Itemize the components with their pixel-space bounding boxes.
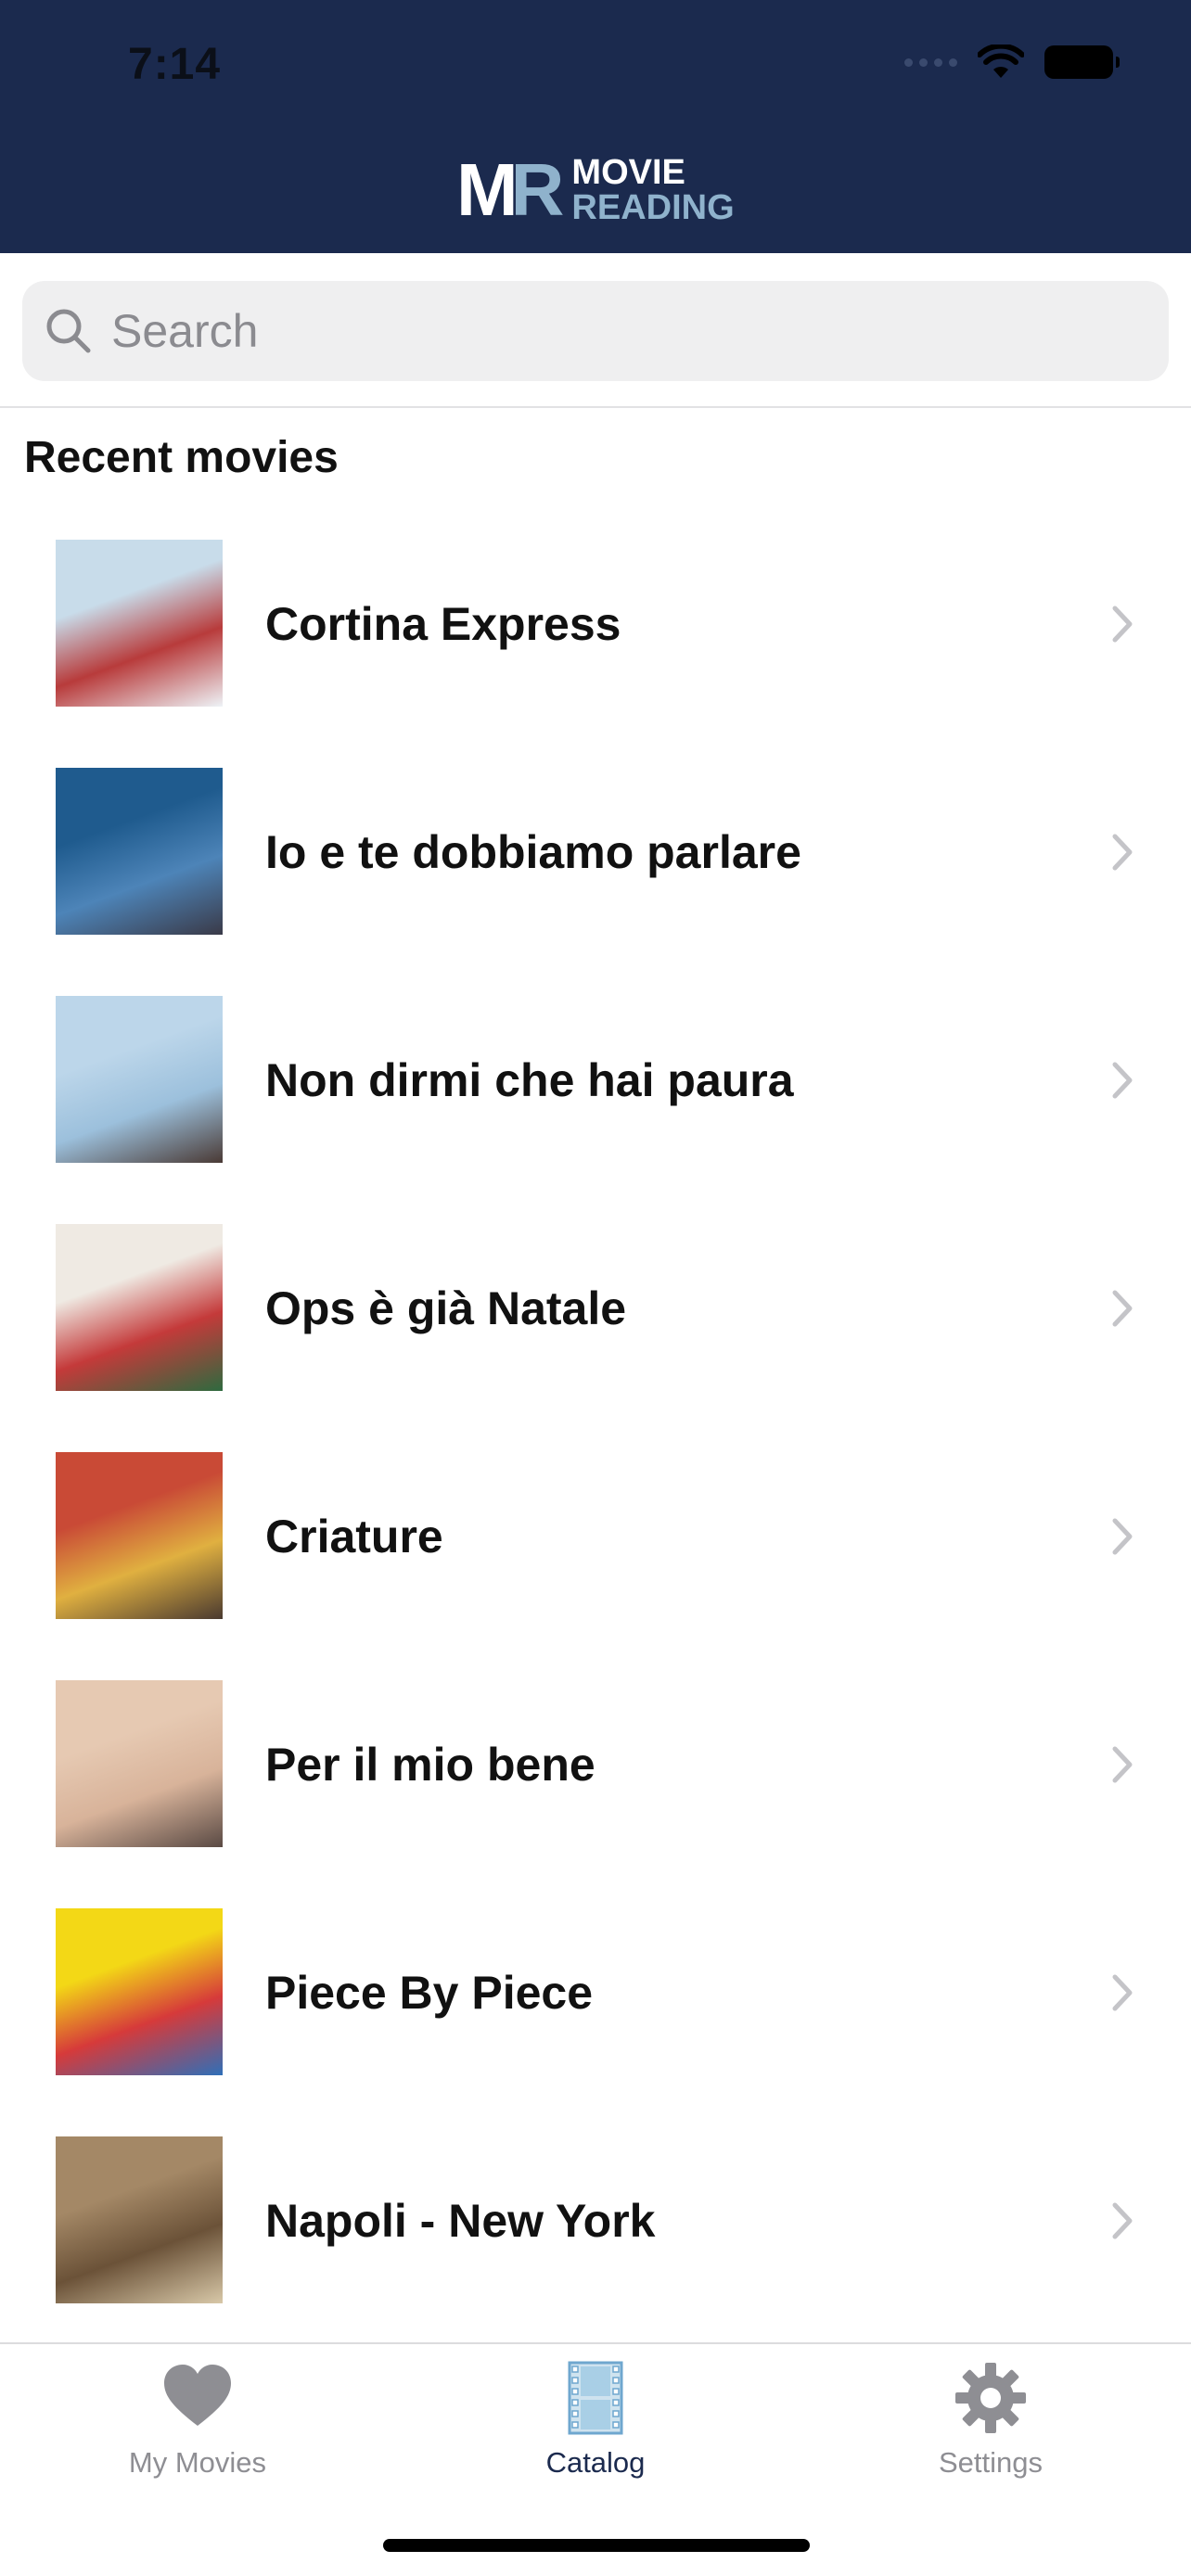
movie-title: Non dirmi che hai paura (265, 1054, 794, 1106)
movie-row[interactable]: Per il mio bene (0, 1660, 1191, 1888)
chevron-right-icon (1112, 1746, 1133, 1783)
tab-label: Catalog (545, 2446, 646, 2479)
movie-row[interactable]: Criature (0, 1432, 1191, 1660)
cellular-signal-icon (904, 57, 957, 67)
heart-icon (164, 2365, 231, 2426)
wifi-icon (978, 45, 1024, 78)
logo-mark: MR (456, 153, 564, 227)
film-icon (568, 2361, 623, 2435)
movie-title: Napoli - New York (265, 2195, 656, 2247)
movie-poster (56, 996, 223, 1163)
movie-row[interactable]: Io e te dobbiamo parlare (0, 747, 1191, 976)
chevron-right-icon (1112, 834, 1133, 871)
logo-text: MOVIE READING (571, 155, 734, 225)
chevron-right-icon (1112, 1518, 1133, 1555)
movie-title: Piece By Piece (265, 1967, 594, 2019)
chevron-right-icon (1112, 1974, 1133, 2011)
section-title-recent-movies: Recent movies (24, 433, 339, 482)
app-logo: MR MOVIE READING (456, 153, 735, 227)
tab-catalog[interactable]: Catalog (456, 2361, 735, 2480)
movie-row[interactable]: Ops è già Natale (0, 1204, 1191, 1432)
gear-icon (955, 2363, 1026, 2433)
logo-mark-m: M (456, 148, 519, 231)
tab-label: My Movies (128, 2446, 267, 2479)
tab-my-movies[interactable]: My Movies (58, 2361, 337, 2480)
movie-poster (56, 1224, 223, 1391)
chevron-right-icon (1112, 2202, 1133, 2239)
movie-title: Io e te dobbiamo parlare (265, 826, 801, 878)
movie-row[interactable]: Piece By Piece (0, 1888, 1191, 2116)
chevron-right-icon (1112, 1290, 1133, 1327)
movie-title: Cortina Express (265, 598, 621, 650)
chevron-right-icon (1112, 1062, 1133, 1099)
search-icon (46, 309, 91, 353)
movie-poster (56, 1908, 223, 2075)
search-input[interactable] (111, 304, 1132, 358)
tab-settings[interactable]: Settings (852, 2361, 1130, 2480)
home-indicator[interactable] (383, 2539, 810, 2552)
battery-icon (1044, 45, 1120, 79)
search-bar[interactable] (22, 281, 1169, 381)
movie-row[interactable]: Napoli - New York (0, 2116, 1191, 2344)
movie-poster (56, 2136, 223, 2303)
movie-poster (56, 1452, 223, 1619)
movie-list: Cortina Express Io e te dobbiamo parlare… (0, 519, 1191, 2344)
logo-text-reading: READING (571, 188, 735, 227)
movie-poster (56, 540, 223, 707)
logo-mark-r: R (510, 148, 565, 231)
app-header: 7:14 MR MOVIE READING (0, 0, 1191, 253)
movie-poster (56, 1680, 223, 1847)
movie-poster (56, 768, 223, 935)
logo-text-movie: MOVIE (571, 153, 685, 192)
movie-title: Per il mio bene (265, 1739, 596, 1791)
movie-row[interactable]: Cortina Express (0, 519, 1191, 747)
movie-title: Ops è già Natale (265, 1282, 627, 1334)
movie-title: Criature (265, 1511, 443, 1562)
tab-label: Settings (938, 2446, 1043, 2479)
status-time: 7:14 (128, 40, 222, 89)
status-indicators (904, 45, 1120, 80)
chevron-right-icon (1112, 606, 1133, 643)
search-bar-container (0, 253, 1191, 408)
movie-row[interactable]: Non dirmi che hai paura (0, 976, 1191, 1204)
